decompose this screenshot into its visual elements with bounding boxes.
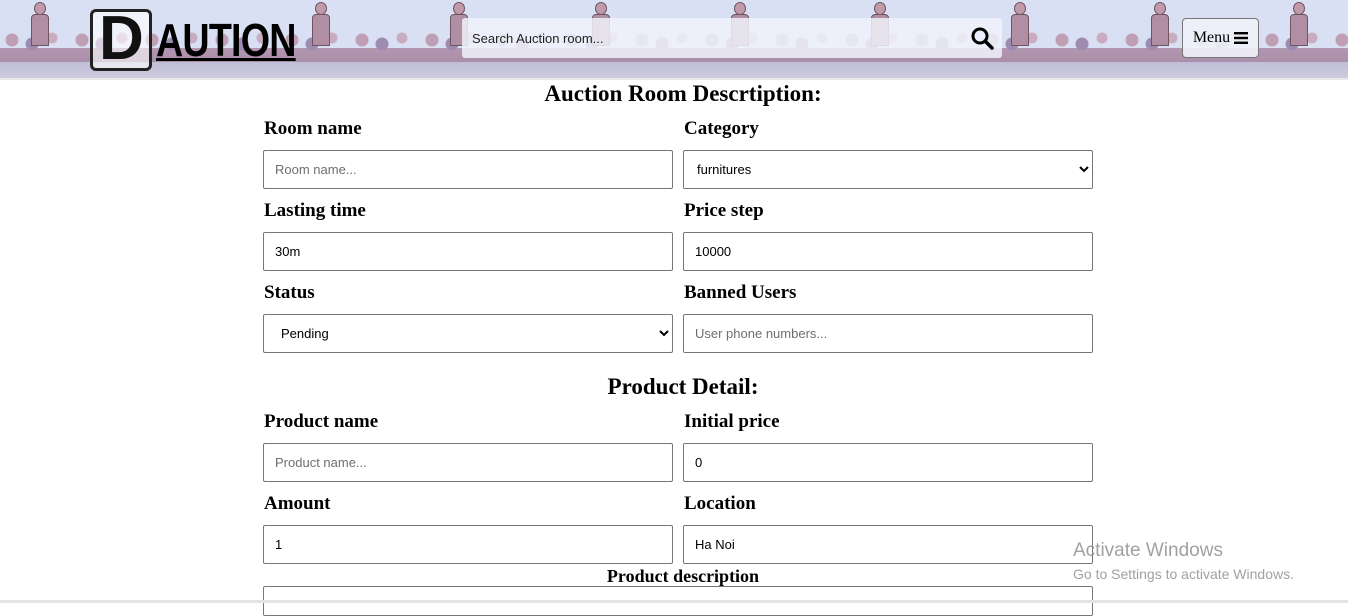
banned-users-input[interactable] xyxy=(683,314,1093,353)
price-step-label: Price step xyxy=(684,200,764,221)
illustration-figure xyxy=(1148,2,1170,52)
watermark-title: Activate Windows xyxy=(1073,540,1223,561)
room-section-title: Auction Room Descrtiption: xyxy=(544,81,822,106)
lasting-time-input[interactable] xyxy=(263,232,673,271)
search-bar xyxy=(462,18,1002,58)
site-logo[interactable]: D AUTION xyxy=(90,8,326,72)
status-select[interactable]: Pending xyxy=(263,314,673,353)
banned-users-label: Banned Users xyxy=(684,282,797,303)
room-name-input[interactable] xyxy=(263,150,673,189)
watermark-subtitle: Go to Settings to activate Windows. xyxy=(1073,566,1294,582)
menu-button[interactable]: Menu xyxy=(1182,18,1259,58)
status-label: Status xyxy=(264,282,315,303)
search-input[interactable] xyxy=(462,18,962,58)
product-name-input[interactable] xyxy=(263,443,673,482)
room-name-label: Room name xyxy=(264,118,362,139)
amount-input[interactable] xyxy=(263,525,673,564)
product-name-label: Product name xyxy=(264,411,379,432)
product-section-title: Product Detail: xyxy=(607,374,759,399)
location-label: Location xyxy=(684,493,756,514)
price-step-input[interactable] xyxy=(683,232,1093,271)
logo-letter: D xyxy=(99,4,144,73)
logo-mark: D xyxy=(90,4,152,73)
header-bar: D AUTION Menu xyxy=(0,0,1348,80)
windows-activation-watermark: Activate Windows Go to Settings to activ… xyxy=(1073,540,1294,584)
menu-label: Menu xyxy=(1192,29,1231,46)
logo-text: AUTION xyxy=(156,14,296,66)
lasting-time-label: Lasting time xyxy=(264,200,366,221)
category-label: Category xyxy=(684,118,759,139)
location-input[interactable] xyxy=(683,525,1093,564)
search-icon xyxy=(971,27,994,50)
search-button[interactable] xyxy=(966,22,998,54)
illustration-figure xyxy=(28,2,50,52)
category-select[interactable]: furnitures xyxy=(683,150,1093,189)
illustration-figure xyxy=(1287,2,1309,52)
amount-label: Amount xyxy=(264,493,331,514)
initial-price-input[interactable] xyxy=(683,443,1093,482)
illustration-figure xyxy=(1008,2,1030,52)
initial-price-label: Initial price xyxy=(684,411,780,432)
hamburger-icon xyxy=(1234,32,1249,44)
